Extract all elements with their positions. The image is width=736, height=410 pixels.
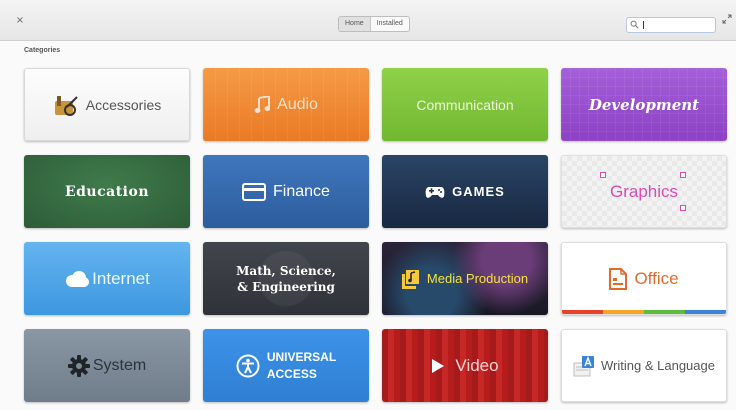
category-label: UNIVERSAL ACCESS xyxy=(267,349,336,383)
color-stripe xyxy=(562,310,726,314)
category-audio[interactable]: Audio xyxy=(203,68,369,141)
category-label-line-1: UNIVERSAL xyxy=(266,349,337,364)
category-label: Office xyxy=(634,268,679,288)
category-label: Development xyxy=(588,95,700,114)
category-label: System xyxy=(92,356,147,374)
category-internet[interactable]: Internet xyxy=(24,242,190,315)
document-icon xyxy=(609,267,628,290)
selection-handle-icon xyxy=(680,172,686,178)
accessibility-icon xyxy=(236,354,260,378)
category-games[interactable]: GAMES xyxy=(382,155,548,228)
category-writing-language[interactable]: Writing & Language xyxy=(561,329,727,402)
text-caret xyxy=(643,21,644,29)
category-universal-access[interactable]: UNIVERSAL ACCESS xyxy=(203,329,369,402)
category-label: Finance xyxy=(273,182,330,200)
category-label-line-2: & Engineering xyxy=(237,279,335,294)
search-input[interactable] xyxy=(626,17,716,33)
window-titlebar: × Home Installed xyxy=(0,0,736,41)
cloud-icon xyxy=(64,270,90,288)
tab-installed[interactable]: Installed xyxy=(369,17,409,31)
category-grid: Accessories Audio Communication Developm… xyxy=(24,68,727,402)
toolbox-icon xyxy=(53,93,79,117)
category-label: Education xyxy=(64,183,150,200)
category-label: Video xyxy=(455,355,499,375)
category-finance[interactable]: Finance xyxy=(203,155,369,228)
media-production-icon xyxy=(401,269,420,289)
category-label: Math, Science, & Engineering xyxy=(236,263,336,295)
category-label-line-2: ACCESS xyxy=(266,366,317,381)
category-system[interactable]: System xyxy=(24,329,190,402)
category-label: Graphics xyxy=(609,181,679,201)
category-education[interactable]: Education xyxy=(24,155,190,228)
credit-card-icon xyxy=(242,182,267,201)
gear-icon xyxy=(67,354,90,377)
search-icon xyxy=(630,20,639,29)
gamepad-icon xyxy=(425,185,445,199)
category-accessories[interactable]: Accessories xyxy=(24,68,190,141)
selection-handle-icon xyxy=(600,172,606,178)
category-label: Audio xyxy=(277,95,318,113)
category-label-line-1: Math, Science, xyxy=(236,263,336,278)
category-graphics[interactable]: Graphics xyxy=(561,155,727,228)
category-label: Accessories xyxy=(85,96,162,113)
selection-handle-icon xyxy=(680,205,686,211)
category-communication[interactable]: Communication xyxy=(382,68,548,141)
category-math-science-engineering[interactable]: Math, Science, & Engineering xyxy=(203,242,369,315)
music-note-icon xyxy=(254,95,271,114)
category-label: Communication xyxy=(416,96,514,113)
category-label: GAMES xyxy=(452,184,505,199)
writing-icon xyxy=(573,355,597,377)
category-office[interactable]: Office xyxy=(561,242,727,315)
close-button[interactable]: × xyxy=(14,15,26,27)
play-icon xyxy=(431,358,445,374)
category-video[interactable]: Video xyxy=(382,329,548,402)
category-label: Internet xyxy=(92,268,150,288)
tab-home[interactable]: Home xyxy=(339,17,370,31)
section-title: Categories xyxy=(24,47,61,54)
maximize-icon[interactable] xyxy=(722,14,732,24)
category-label: Media Production xyxy=(426,271,529,286)
category-label: Writing & Language xyxy=(601,358,715,373)
category-development[interactable]: Development xyxy=(561,68,727,141)
view-switcher: Home Installed xyxy=(338,16,410,32)
category-media-production[interactable]: Media Production xyxy=(382,242,548,315)
